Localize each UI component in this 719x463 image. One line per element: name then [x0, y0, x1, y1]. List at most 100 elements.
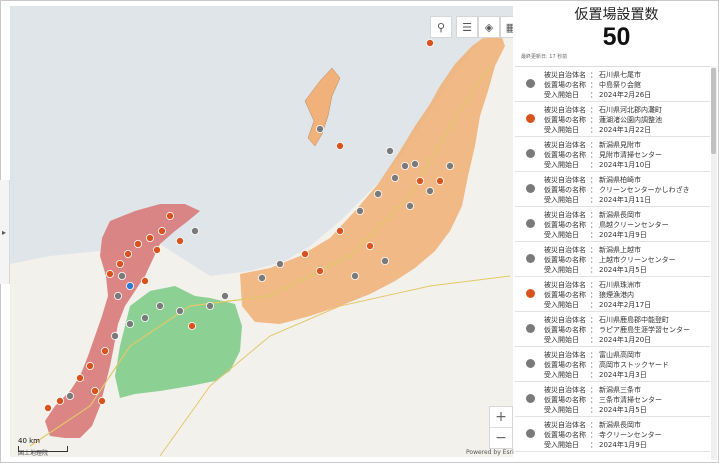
list-item-municipality: 被災自治体名 ：新潟県長岡市	[544, 210, 641, 220]
map-site-marker[interactable]	[365, 241, 374, 250]
map-site-marker[interactable]	[44, 403, 53, 412]
list-item[interactable]: 被災自治体名：石川県珠洲市 仮置場の名称：狼煙漁港内 受入開始日： 2024年2月17…	[515, 277, 710, 312]
field-value: 2024年1月9日	[599, 231, 647, 239]
map-site-marker[interactable]	[187, 321, 196, 330]
map-site-marker[interactable]	[435, 176, 444, 185]
site-marker-icon	[526, 394, 535, 403]
list-item-site: 仮置場の名称 ：寺クリーンセンター	[544, 430, 662, 440]
map-site-marker[interactable]	[220, 291, 229, 300]
map-site-marker[interactable]	[300, 249, 309, 258]
list-item[interactable]: 被災自治体名：新潟県上越市 仮置場の名称：上越市クリーンセンター 受入開始日： 202…	[515, 242, 710, 277]
field-label: 受入開始日	[544, 126, 579, 134]
map-site-marker[interactable]	[126, 281, 135, 290]
map-site-marker[interactable]	[134, 239, 143, 248]
open-site-marker-icon	[526, 289, 535, 298]
layers-icon[interactable]: ◈	[478, 16, 500, 38]
map-site-marker[interactable]	[315, 266, 324, 275]
basemap-grid-icon[interactable]: ▦	[500, 16, 513, 38]
map-site-marker[interactable]	[114, 291, 123, 300]
map-site-marker[interactable]	[335, 226, 344, 235]
map-site-marker[interactable]	[155, 301, 164, 310]
field-separator: ：	[590, 386, 597, 394]
field-label: 仮置場の名称	[544, 186, 586, 194]
list-item[interactable]: 被災自治体名：新潟県長岡市 仮置場の名称：寺クリーンセンター 受入開始日： 2024年…	[515, 417, 710, 452]
map-site-marker[interactable]	[257, 273, 266, 282]
map-view[interactable]: ⚲ ☰ ◈ ▦ + −	[10, 6, 513, 457]
list-scrollbar-thumb[interactable]	[711, 68, 716, 154]
list-item-municipality: 被災自治体名 ：新潟県長岡市	[544, 420, 641, 430]
map-site-marker[interactable]	[205, 301, 214, 310]
zoom-in-button[interactable]: +	[490, 407, 512, 427]
map-site-marker[interactable]	[124, 249, 133, 258]
map-site-marker[interactable]	[355, 206, 364, 215]
map-site-marker[interactable]	[118, 271, 127, 280]
map-site-marker[interactable]	[405, 201, 414, 210]
map-site-marker[interactable]	[157, 226, 166, 235]
map-site-marker[interactable]	[175, 306, 184, 315]
list-item[interactable]: 被災自治体名：新潟県三条市 仮置場の名称：三条市清掃センター 受入開始日： 2024年…	[515, 382, 710, 417]
map-site-marker[interactable]	[101, 346, 110, 355]
map-site-marker[interactable]	[335, 141, 344, 150]
map-canvas[interactable]	[10, 6, 513, 457]
field-separator: ：	[590, 266, 597, 274]
map-site-marker[interactable]	[425, 39, 434, 48]
map-site-marker[interactable]	[145, 233, 154, 242]
list-icon[interactable]: ☰	[456, 16, 478, 38]
map-site-marker[interactable]	[380, 256, 389, 265]
field-separator: ：	[590, 246, 597, 254]
map-site-marker[interactable]	[86, 361, 95, 370]
list-item[interactable]: 被災自治体名：新潟県柏崎市 仮置場の名称：クリーンセンターかしわざき 受入開始日： 2…	[515, 172, 710, 207]
map-site-marker[interactable]	[140, 313, 149, 322]
map-site-marker[interactable]	[152, 245, 161, 254]
list-item[interactable]: 被災自治体名：新潟県見附市 仮置場の名称：見附市清掃センター 受入開始日： 2024年…	[515, 137, 710, 172]
map-site-marker[interactable]	[425, 186, 434, 195]
field-separator: ：	[590, 316, 597, 324]
map-site-marker[interactable]	[385, 146, 394, 155]
map-site-marker[interactable]	[410, 159, 419, 168]
map-site-marker[interactable]	[111, 331, 120, 340]
list-item[interactable]: 被災自治体名：富山県高岡市 仮置場の名称：高岡市ストックヤード 受入開始日： 2024…	[515, 347, 710, 382]
field-separator: ：	[590, 176, 597, 184]
search-icon[interactable]: ⚲	[430, 16, 452, 38]
map-site-marker[interactable]	[445, 161, 454, 170]
list-item-start: 受入開始日 ： 2024年1月9日	[544, 440, 647, 450]
field-label: 受入開始日	[544, 161, 579, 169]
field-value: 2024年1月10日	[599, 161, 652, 169]
map-site-marker[interactable]	[400, 161, 409, 170]
field-label: 仮置場の名称	[544, 361, 586, 369]
map-site-marker[interactable]	[126, 319, 135, 328]
field-label: 受入開始日	[544, 371, 579, 379]
map-site-marker[interactable]	[390, 173, 399, 182]
list-item[interactable]: 被災自治体名：新潟県長岡市 仮置場の名称：鳥越クリーンセンター 受入開始日： 2024…	[515, 207, 710, 242]
map-site-marker[interactable]	[373, 189, 382, 198]
list-item-start: 受入開始日 ： 2024年1月9日	[544, 230, 647, 240]
list-item[interactable]: 被災自治体名：石川県鹿島郡中能登町 仮置場の名称：ラピア鹿島生涯学習センター 受入開…	[515, 312, 710, 347]
map-site-marker[interactable]	[415, 176, 424, 185]
list-item[interactable]: 被災自治体名：石川県七尾市 仮置場の名称：中島祭り会館 受入開始日： 2024年2月2…	[515, 67, 710, 102]
list-item[interactable]: 被災自治体名：石川県河北郡内灘町 仮置場の名称：蓮湖渚公園内調整池 受入開始日： 20…	[515, 102, 710, 137]
map-site-marker[interactable]	[190, 226, 199, 235]
map-credit: 国土地理院	[18, 450, 49, 457]
map-site-marker[interactable]	[66, 391, 75, 400]
map-site-marker[interactable]	[140, 276, 149, 285]
map-site-marker[interactable]	[275, 259, 284, 268]
list-item-site: 仮置場の名称 ：クリーンセンターかしわざき	[544, 185, 690, 195]
site-list[interactable]: 被災自治体名：石川県七尾市 仮置場の名称：中島祭り会館 受入開始日： 2024年2月2…	[515, 66, 710, 461]
map-site-marker[interactable]	[175, 236, 184, 245]
map-site-marker[interactable]	[315, 125, 324, 134]
field-separator: ：	[590, 196, 597, 204]
map-site-marker[interactable]	[116, 259, 125, 268]
zoom-out-button[interactable]: −	[490, 427, 512, 448]
map-site-marker[interactable]	[98, 396, 107, 405]
expand-arrow-icon[interactable]: ▸	[2, 228, 6, 237]
map-site-marker[interactable]	[165, 211, 174, 220]
map-site-marker[interactable]	[91, 386, 100, 395]
site-marker-icon	[526, 79, 535, 88]
map-site-marker[interactable]	[56, 396, 65, 405]
map-site-marker[interactable]	[350, 271, 359, 280]
map-site-marker[interactable]	[106, 269, 115, 278]
field-value: 2024年2月26日	[599, 91, 652, 99]
esri-attribution[interactable]: Powered by Esri	[466, 449, 514, 456]
field-separator: ：	[590, 351, 597, 359]
map-site-marker[interactable]	[76, 373, 85, 382]
